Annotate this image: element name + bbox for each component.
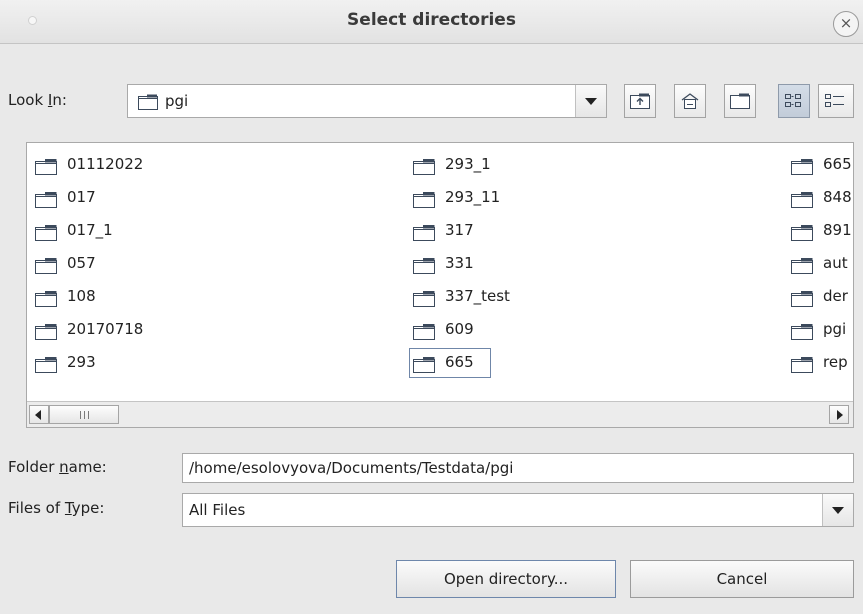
folder-icon: [413, 158, 435, 179]
folder-icon: [791, 191, 813, 212]
home-button[interactable]: [674, 84, 706, 118]
folder-icon: [35, 323, 57, 344]
folder-icon: [35, 257, 57, 278]
focus-indicator: [409, 348, 491, 378]
folder-item-name: 057: [67, 254, 96, 272]
file-list[interactable]: 01112022 017 017_1 057 108 20170718 293 293_1 2…: [26, 142, 854, 428]
folder-item-name: 665: [823, 155, 852, 173]
chevron-down-icon[interactable]: [822, 494, 853, 526]
list-view-button[interactable]: [778, 84, 810, 118]
folder-icon: [791, 158, 813, 179]
look-in-combo[interactable]: pgi: [127, 84, 607, 118]
look-in-value: pgi: [165, 92, 189, 110]
folder-item-name: 891: [823, 221, 852, 239]
folder-icon: [35, 158, 57, 179]
up-folder-button[interactable]: [624, 84, 656, 118]
folder-item-name: 331: [445, 254, 474, 272]
scroll-right-arrow-icon[interactable]: [829, 405, 849, 424]
folder-name-label: Folder name:: [8, 458, 107, 476]
folder-icon: [413, 191, 435, 212]
files-of-type-combo[interactable]: All Files: [182, 493, 854, 527]
folder-item-name: 293: [67, 353, 96, 371]
folder-icon: [791, 290, 813, 311]
folder-icon: [35, 290, 57, 311]
chevron-down-icon[interactable]: [575, 85, 606, 117]
title-bar: Select directories ×: [0, 0, 863, 44]
folder-name-field-box: [182, 453, 854, 483]
folder-icon: [413, 257, 435, 278]
folder-item-name: 017_1: [67, 221, 113, 239]
new-folder-button[interactable]: [724, 84, 756, 118]
folder-icon: [791, 323, 813, 344]
folder-item-name: rep: [823, 353, 848, 371]
cancel-button[interactable]: Cancel: [630, 560, 854, 598]
folder-icon: [791, 224, 813, 245]
folder-item-name: 017: [67, 188, 96, 206]
scroll-left-arrow-icon[interactable]: [29, 405, 49, 424]
folder-icon: [413, 323, 435, 344]
folder-icon: [413, 224, 435, 245]
folder-item-name: pgi: [823, 320, 847, 338]
files-of-type-value: All Files: [189, 501, 246, 519]
open-directory-button[interactable]: Open directory...: [396, 560, 616, 598]
folder-name-field[interactable]: [183, 454, 853, 482]
folder-item-name: 337_test: [445, 287, 510, 305]
folder-item-name: 293_1: [445, 155, 491, 173]
folder-icon: [791, 257, 813, 278]
folder-item-name: aut: [823, 254, 848, 272]
folder-icon: [413, 290, 435, 311]
scrollbar-thumb[interactable]: [49, 405, 119, 424]
look-in-label: Look In:: [8, 91, 67, 109]
folder-icon: [35, 191, 57, 212]
horizontal-scrollbar[interactable]: [27, 401, 853, 427]
close-button[interactable]: ×: [833, 11, 859, 37]
folder-icon: [791, 356, 813, 377]
folder-icon: [35, 356, 57, 377]
folder-item-name: 108: [67, 287, 96, 305]
details-view-button[interactable]: [818, 84, 854, 118]
folder-item-name: 609: [445, 320, 474, 338]
folder-icon: [35, 224, 57, 245]
files-of-type-label: Files of Type:: [8, 499, 105, 517]
folder-icon: [138, 94, 158, 114]
folder-item-name: der: [823, 287, 848, 305]
folder-item-name: 848: [823, 188, 852, 206]
folder-item-name: 293_11: [445, 188, 501, 206]
close-icon: ×: [839, 14, 853, 32]
folder-item-name: 317: [445, 221, 474, 239]
folder-item-name: 01112022: [67, 155, 144, 173]
window-title: Select directories: [347, 10, 516, 30]
folder-item-name: 20170718: [67, 320, 144, 338]
